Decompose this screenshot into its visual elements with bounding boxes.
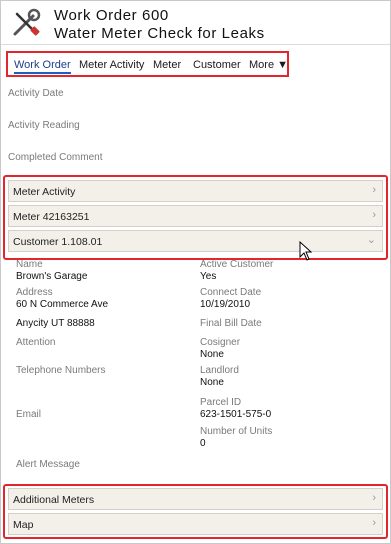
section-map-label: Map [13,519,34,531]
number-of-units-label: Number of Units [200,426,273,437]
work-order-subtitle: Water Meter Check for Leaks [54,25,265,42]
activity-date-label: Activity Date [8,88,64,99]
activity-reading-label: Activity Reading [8,120,80,131]
name-value: Brown's Garage [16,271,88,282]
cosigner-label: Cosigner [200,337,241,348]
section-meter-activity-label: Meter Activity [13,186,76,198]
section-additional-meters-label: Additional Meters [13,494,95,506]
name-label: Name [16,259,43,270]
active-customer-label: Active Customer [200,259,274,270]
tab-bar: Work Order Meter Activity Meter Customer… [6,51,289,77]
section-meter-activity[interactable]: Meter Activity › [8,180,383,202]
mouse-cursor-icon [299,241,313,261]
connect-date-value: 10/19/2010 [200,299,251,310]
section-customer[interactable]: Customer 1.108.01 ⌄ [8,230,383,252]
completed-comment-label: Completed Comment [8,152,103,163]
parcel-id-value: 623-1501-575-0 [200,409,272,420]
email-label: Email [16,409,42,420]
chevron-right-icon: › [372,492,376,504]
tab-more-menu[interactable]: More ▼ [249,59,288,71]
address-label: Address [16,287,53,298]
final-bill-date-label: Final Bill Date [200,318,262,329]
chevron-down-icon: ⌄ [366,234,376,246]
connect-date-label: Connect Date [200,287,262,298]
address-line-1: 60 N Commerce Ave [16,299,109,310]
parcel-id-label: Parcel ID [200,397,242,408]
wrench-screwdriver-icon [13,8,41,36]
section-meter[interactable]: Meter 42163251 › [8,205,383,227]
tab-work-order[interactable]: Work Order [14,59,71,74]
window: Work Order 600 Water Meter Check for Lea… [0,0,391,544]
cosigner-value: None [200,349,224,360]
work-order-title: Work Order 600 [54,7,169,24]
active-customer-value: Yes [200,271,217,282]
tab-customer[interactable]: Customer [193,59,241,71]
header: Work Order 600 Water Meter Check for Lea… [1,1,390,45]
section-customer-label: Customer 1.108.01 [13,236,103,248]
address-line-2: Anycity UT 88888 [16,318,95,329]
section-additional-meters[interactable]: Additional Meters › [8,488,383,510]
chevron-right-icon: › [372,184,376,196]
number-of-units-value: 0 [200,438,206,449]
landlord-value: None [200,377,224,388]
chevron-right-icon: › [372,517,376,529]
section-map[interactable]: Map › [8,513,383,535]
tab-meter-activity[interactable]: Meter Activity [79,59,144,71]
attention-label: Attention [16,337,56,348]
tab-meter[interactable]: Meter [153,59,181,71]
landlord-label: Landlord [200,365,239,376]
alert-message-label: Alert Message [16,459,80,470]
section-meter-label: Meter 42163251 [13,211,90,223]
telephone-label: Telephone Numbers [16,365,106,376]
chevron-right-icon: › [372,209,376,221]
